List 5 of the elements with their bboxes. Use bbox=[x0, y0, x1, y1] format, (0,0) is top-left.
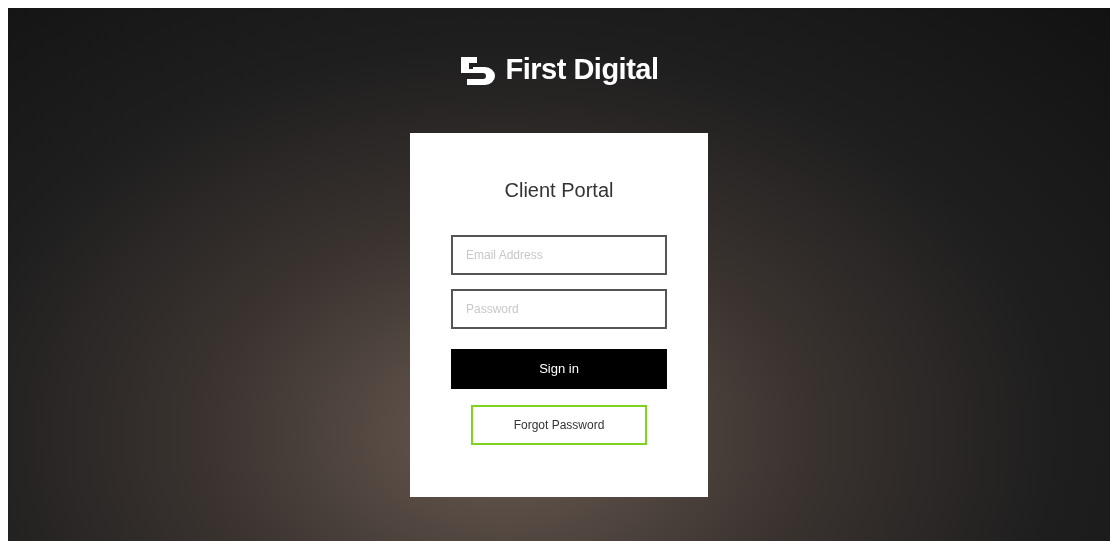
sign-in-button[interactable]: Sign in bbox=[451, 349, 667, 389]
logo-icon bbox=[459, 55, 498, 85]
forgot-password-button[interactable]: Forgot Password bbox=[471, 405, 647, 445]
brand-name: First Digital bbox=[505, 52, 659, 88]
login-title: Client Portal bbox=[503, 178, 615, 203]
